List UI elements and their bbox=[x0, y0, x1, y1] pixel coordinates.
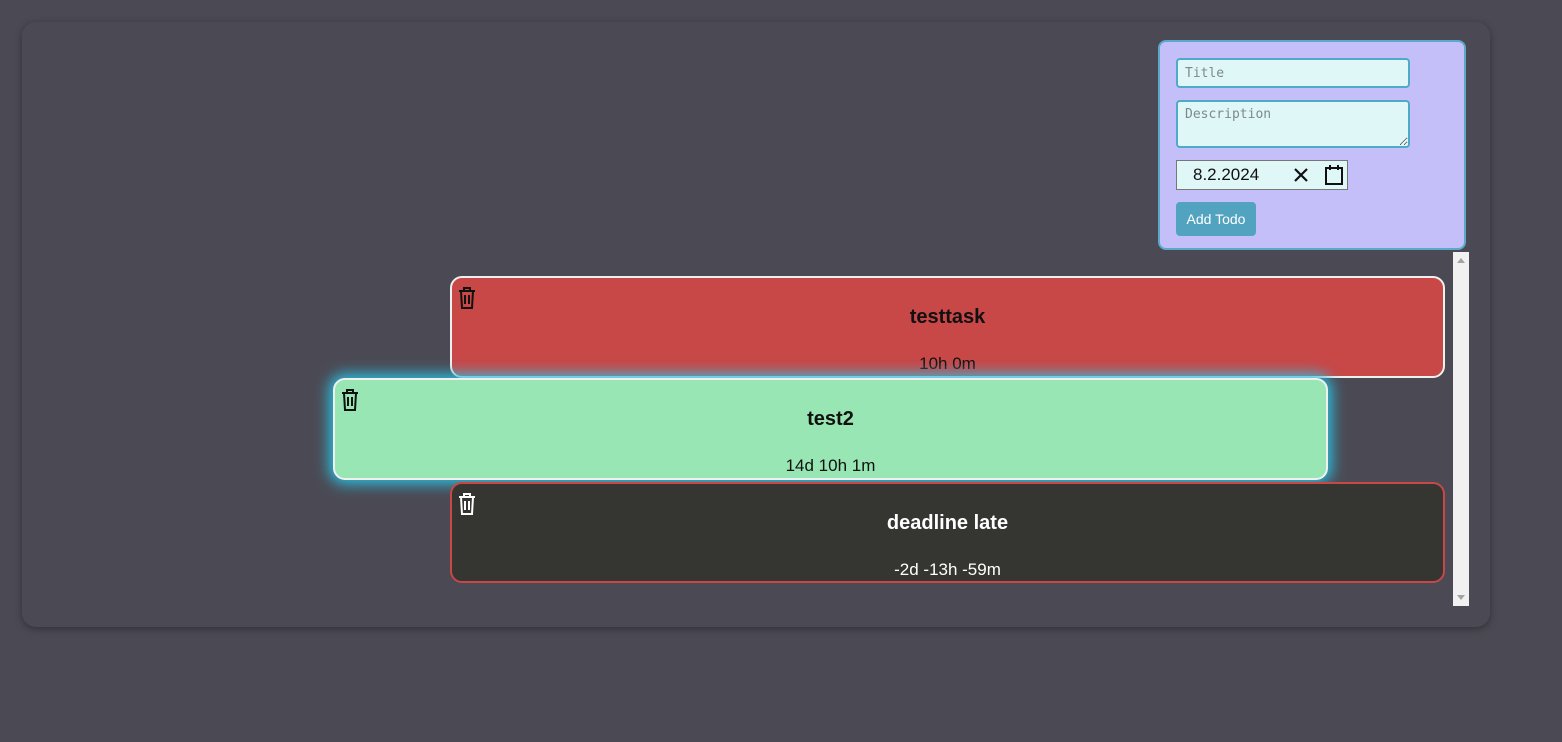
todo-title: deadline late bbox=[886, 512, 1009, 534]
date-value[interactable]: 8.2.2024 bbox=[1193, 165, 1281, 185]
todo-card[interactable]: testtask 10h 0m bbox=[450, 276, 1445, 378]
scroll-down-arrow-icon[interactable] bbox=[1457, 595, 1465, 600]
close-icon[interactable] bbox=[1291, 165, 1311, 185]
scrollbar[interactable] bbox=[1453, 252, 1469, 606]
scroll-up-arrow-icon[interactable] bbox=[1457, 258, 1465, 263]
todo-time-left: -2d -13h -59m bbox=[894, 560, 1001, 579]
todo-card[interactable]: test2 14d 10h 1m bbox=[333, 378, 1328, 480]
todo-title: testtask bbox=[909, 306, 986, 328]
description-input[interactable] bbox=[1176, 100, 1410, 148]
todo-time-left: 10h 0m bbox=[919, 354, 976, 373]
calendar-icon[interactable] bbox=[1323, 164, 1345, 186]
todo-time-left: 14d 10h 1m bbox=[785, 456, 876, 475]
add-todo-form: 8.2.2024 Add Todo bbox=[1158, 40, 1466, 250]
todo-title: test2 bbox=[807, 408, 854, 430]
add-todo-button[interactable]: Add Todo bbox=[1176, 202, 1256, 236]
date-picker[interactable]: 8.2.2024 bbox=[1176, 160, 1348, 190]
todo-card[interactable]: deadline late -2d -13h -59m bbox=[450, 482, 1445, 583]
title-input[interactable] bbox=[1176, 58, 1410, 88]
